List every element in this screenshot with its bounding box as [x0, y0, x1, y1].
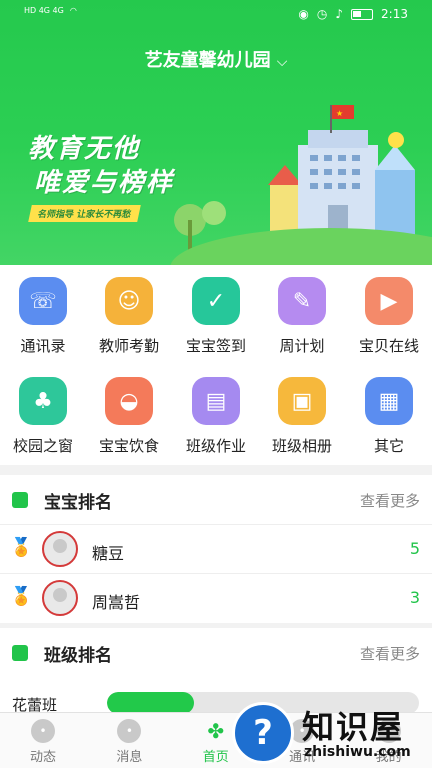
grid-item-baby-online[interactable]: ▶ 宝贝在线 [346, 277, 432, 356]
network-status: HD 4G 4G [24, 6, 64, 15]
grid-item-contacts[interactable]: ☏ 通讯录 [0, 277, 86, 356]
grid-item-label: 宝宝饮食 [98, 437, 159, 455]
contacts-icon: ☏ [19, 277, 67, 325]
wifi-icon: ◠ [69, 6, 77, 15]
class-rank-icon [12, 645, 28, 661]
grid-item-label: 宝宝签到 [185, 337, 246, 355]
silver-medal-icon: 🏅 [10, 586, 33, 607]
rank-chart-icon [12, 492, 28, 508]
nav-item-message[interactable]: • 消息 [86, 713, 172, 765]
grid-item-baby-meal[interactable]: ◒ 宝宝饮食 [86, 377, 172, 456]
class-homework-icon: ▤ [192, 377, 240, 425]
function-grid: ☏ 通讯录 ☺ 教师考勤 ✓ 宝宝签到 ✎ 周计划 ▶ 宝贝在线 ♣ 校园之窗 ◒ 宝宝饮食 ▤ 班级作业 ▣ 班… [0, 265, 432, 465]
grid-item-teacher-attendance[interactable]: ☺ 教师考勤 [86, 277, 172, 356]
class-progress-fill [107, 692, 195, 714]
watermark-url: zhishiwu.com [304, 744, 411, 760]
grid-item-label: 教师考勤 [98, 337, 159, 355]
grid-item-label: 周计划 [279, 337, 325, 355]
status-bar: HD 4G 4G ◠ ◉ ◷ ♪ 2:13 [0, 0, 432, 30]
nav-item-label: 消息 [116, 750, 143, 765]
grid-item-class-album[interactable]: ▣ 班级相册 [259, 377, 345, 456]
watermark-text: 知识屋 [302, 708, 405, 746]
nav-item-moments[interactable]: • 动态 [0, 713, 86, 765]
battery-icon [351, 8, 374, 20]
moments-icon: • [31, 719, 55, 743]
eye-icon: ◉ [298, 7, 309, 21]
grid-item-weekly-plan[interactable]: ✎ 周计划 [259, 277, 345, 356]
grid-item-label: 宝贝在线 [358, 337, 419, 355]
grid-item-campus-window[interactable]: ♣ 校园之窗 [0, 377, 86, 456]
baby-rank-card: 宝宝排名 查看更多 🏅 糖豆 5 🏅 周嵩哲 3 [0, 475, 432, 623]
svg-text:★: ★ [336, 109, 343, 118]
banner-tag: 名师指导 让家长不再愁 [28, 205, 141, 222]
grid-item-class-homework[interactable]: ▤ 班级作业 [173, 377, 259, 456]
grid-item-baby-checkin[interactable]: ✓ 宝宝签到 [173, 277, 259, 356]
class-album-icon: ▣ [278, 377, 326, 425]
baby-meal-icon: ◒ [105, 377, 153, 425]
nav-item-label: 动态 [29, 750, 56, 765]
header-banner: HD 4G 4G ◠ ◉ ◷ ♪ 2:13 艺友童馨幼儿园 ⌵ ★ 教育无他 唯… [0, 0, 432, 265]
baby-checkin-icon: ✓ [192, 277, 240, 325]
other-icon: ▦ [365, 377, 413, 425]
watermark-logo: ? [232, 702, 294, 764]
grid-item-label: 班级作业 [185, 437, 246, 455]
weekly-plan-icon: ✎ [278, 277, 326, 325]
home-clover-icon: ✤ [207, 719, 225, 743]
class-rank-more-link[interactable]: 查看更多 [360, 643, 420, 664]
grid-item-label: 通讯录 [20, 337, 66, 355]
rank-row[interactable]: 🏅 糖豆 5 [0, 525, 432, 574]
alarm-icon: ◷ [316, 7, 328, 21]
grid-item-label: 其它 [373, 437, 404, 455]
grid-item-other[interactable]: ▦ 其它 [346, 377, 432, 456]
teacher-attendance-icon: ☺ [105, 277, 153, 325]
mute-icon: ♪ [335, 7, 344, 21]
baby-online-icon: ▶ [365, 277, 413, 325]
grid-item-label: 班级相册 [271, 437, 332, 455]
class-rank-title: 班级排名 [44, 646, 112, 666]
rank-score: 5 [409, 539, 420, 558]
gold-medal-icon: 🏅 [10, 537, 33, 558]
clock-time: 2:13 [381, 7, 408, 21]
rank-score: 3 [409, 588, 420, 607]
rank-name: 周嵩哲 [92, 593, 141, 612]
baby-rank-more-link[interactable]: 查看更多 [360, 490, 420, 511]
banner-slogan-line2: 唯爱与榜样 [34, 168, 175, 198]
school-selector[interactable]: 艺友童馨幼儿园 ⌵ [0, 46, 432, 72]
grid-item-label: 校园之窗 [12, 437, 73, 455]
message-icon: • [117, 719, 142, 743]
rank-name: 糖豆 [92, 544, 125, 563]
chevron-down-icon: ⌵ [276, 54, 288, 70]
rank-row[interactable]: 🏅 周嵩哲 3 [0, 574, 432, 623]
banner-slogan-line1: 教育无他 [28, 134, 141, 164]
avatar [42, 531, 78, 567]
school-name: 艺友童馨幼儿园 [144, 50, 271, 71]
baby-rank-title: 宝宝排名 [44, 493, 112, 513]
avatar [42, 580, 78, 616]
campus-window-icon: ♣ [19, 377, 67, 425]
watermark: ? 知识屋 zhishiwu.com [232, 700, 432, 768]
